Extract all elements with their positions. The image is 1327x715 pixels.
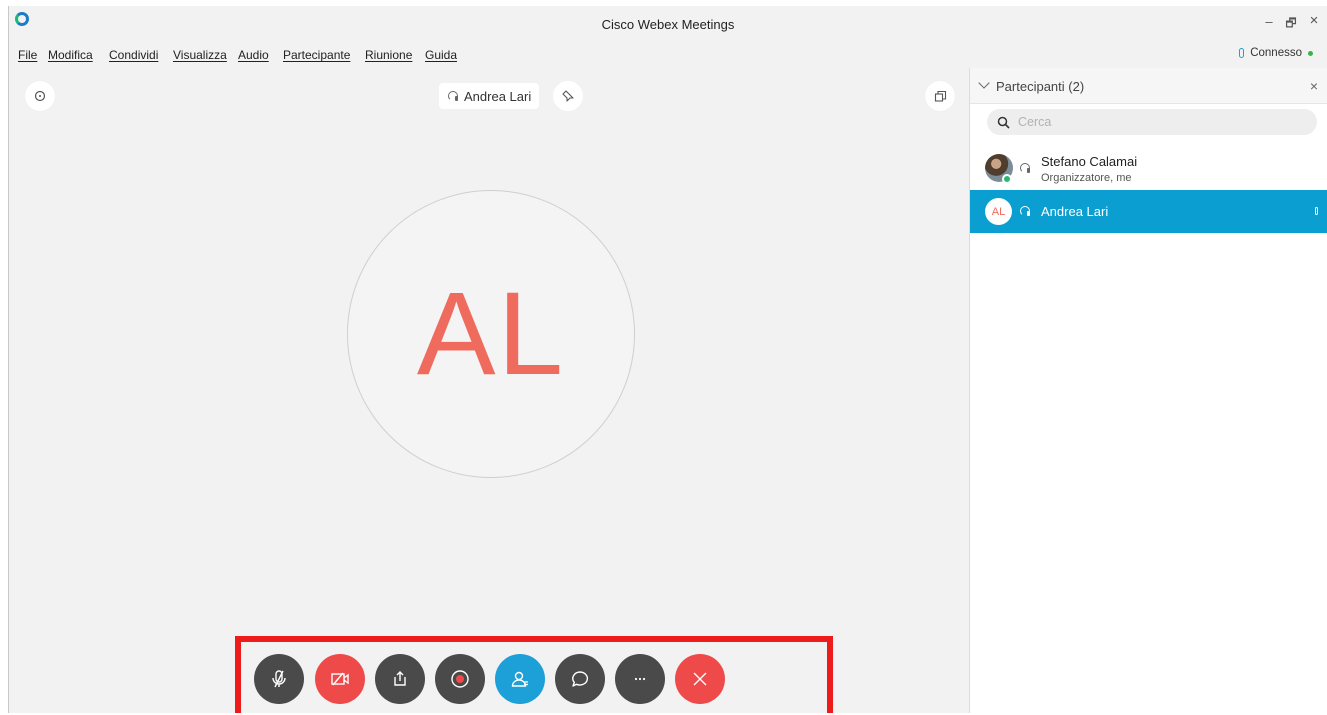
headset-icon <box>1019 162 1030 174</box>
close-icon <box>693 672 707 686</box>
more-icon <box>634 677 646 681</box>
participants-panel-title: Partecipanti (2) <box>996 79 1085 94</box>
minimize-button[interactable]: – <box>1259 14 1279 29</box>
title-bar: Cisco Webex Meetings – 🗗 × <box>9 6 1327 42</box>
share-button[interactable] <box>375 654 425 704</box>
participant-video-avatar: AL <box>347 190 635 478</box>
host-badge-icon <box>1002 174 1012 184</box>
share-icon <box>394 671 406 686</box>
menu-audio[interactable]: Audio <box>238 48 269 62</box>
chevron-down-icon[interactable] <box>978 77 990 89</box>
video-button[interactable] <box>315 654 365 704</box>
headset-icon <box>447 90 458 102</box>
video-off-icon <box>331 672 349 686</box>
avatar: AL <box>985 198 1012 225</box>
active-speaker-name: Andrea Lari <box>464 88 532 104</box>
participants-panel-header[interactable]: Partecipanti (2) × <box>970 68 1327 104</box>
avatar-initials: AL <box>416 268 566 400</box>
chat-button[interactable] <box>555 654 605 704</box>
connection-status[interactable]: Connesso <box>1239 47 1313 59</box>
menu-bar: File Modifica Condividi Visualizza Audio… <box>9 42 1327 68</box>
close-button[interactable]: × <box>1304 12 1324 29</box>
more-button[interactable] <box>615 654 665 704</box>
leave-meeting-button[interactable] <box>675 654 725 704</box>
record-button[interactable] <box>435 654 485 704</box>
participant-name: Stefano Calamai <box>1041 154 1138 169</box>
menu-visualizza[interactable]: Visualizza <box>173 48 227 62</box>
info-icon <box>34 90 46 102</box>
video-stage: Andrea Lari AL <box>9 68 969 713</box>
menu-file[interactable]: File <box>18 48 37 62</box>
layout-button[interactable] <box>925 81 955 111</box>
pin-icon <box>562 90 574 102</box>
participant-name: Andrea Lari <box>1041 204 1109 219</box>
mute-button[interactable] <box>254 654 304 704</box>
menu-guida[interactable]: Guida <box>425 48 457 62</box>
menu-riunione[interactable]: Riunione <box>365 48 412 62</box>
participant-role: Organizzatore, me <box>1041 172 1132 184</box>
layout-icon <box>934 90 946 102</box>
restore-button[interactable]: 🗗 <box>1281 14 1301 35</box>
webex-window: Cisco Webex Meetings – 🗗 × File Modifica… <box>8 6 1327 713</box>
meeting-info-button[interactable] <box>25 81 55 111</box>
headset-icon <box>1019 206 1030 217</box>
menu-condividi[interactable]: Condividi <box>109 48 158 62</box>
menu-modifica[interactable]: Modifica <box>48 48 93 62</box>
connection-label: Connesso <box>1250 47 1302 59</box>
pin-button[interactable] <box>553 81 583 111</box>
search-icon <box>997 116 1010 129</box>
panel-close-button[interactable]: × <box>1310 78 1318 94</box>
participant-search[interactable] <box>987 109 1317 135</box>
record-icon <box>451 670 469 688</box>
participants-icon <box>511 671 528 687</box>
participants-button[interactable] <box>495 654 545 704</box>
connected-dot-icon <box>1308 50 1313 56</box>
search-input[interactable] <box>1018 115 1298 129</box>
participant-row[interactable]: Stefano Calamai Organizzatore, me <box>970 147 1327 189</box>
menu-partecipante[interactable]: Partecipante <box>283 48 350 62</box>
active-speaker-label: Andrea Lari <box>439 83 540 109</box>
chat-icon <box>572 671 589 687</box>
participants-panel: Partecipanti (2) × Stefano Calamai Organ… <box>970 68 1327 713</box>
mic-off-icon <box>272 670 286 688</box>
participant-row-selected[interactable]: AL Andrea Lari <box>970 190 1327 233</box>
mic-indicator-icon <box>1315 207 1318 215</box>
window-title: Cisco Webex Meetings <box>601 17 735 32</box>
audio-connected-icon <box>1239 48 1245 58</box>
